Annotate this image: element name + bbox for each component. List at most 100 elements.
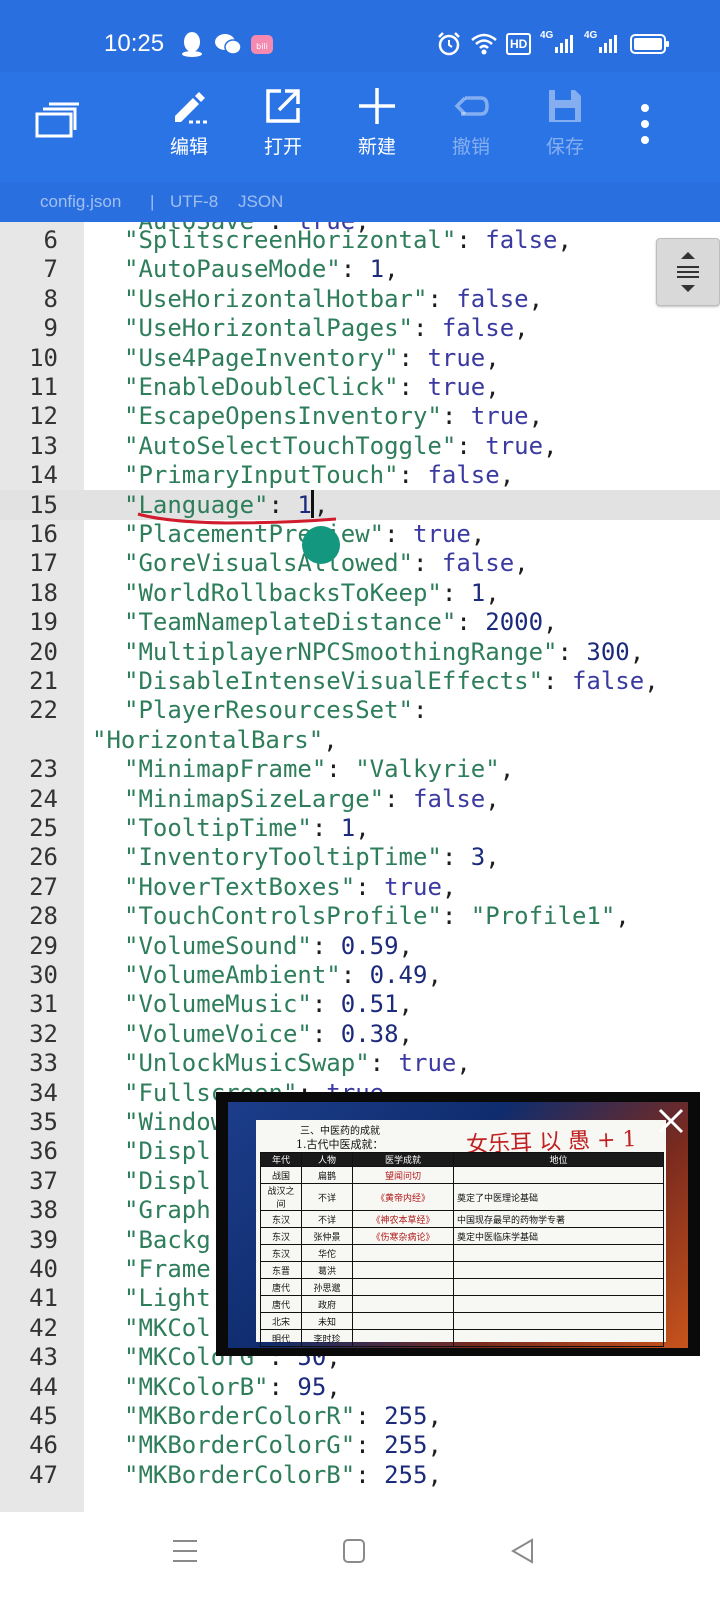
undo-icon xyxy=(454,96,489,116)
table-cell: 不详 xyxy=(301,1183,353,1211)
code-line[interactable]: 47 "MKBorderColorB": 255, xyxy=(0,1460,720,1490)
code-key: "MinimapSizeLarge" xyxy=(124,784,385,813)
table-cell xyxy=(352,1261,454,1279)
code-line[interactable]: 31 "VolumeMusic": 0.51, xyxy=(0,989,720,1019)
code-value: true xyxy=(427,373,486,401)
edit-button[interactable]: 编辑 xyxy=(154,86,224,159)
line-number: 12 xyxy=(29,402,58,431)
code-line[interactable]: 44 "MKColorB": 95, xyxy=(0,1372,720,1402)
table-cell: 奠定了中医理论基础 xyxy=(453,1183,664,1211)
code-line[interactable]: 12 "EscapeOpensInventory": true, xyxy=(0,401,720,431)
table-cell: 张仲景 xyxy=(301,1227,353,1245)
fast-scroll-handle[interactable] xyxy=(656,238,720,306)
code-line[interactable]: 9 "UseHorizontalPages": false, xyxy=(0,313,720,343)
code-line[interactable]: 21 "DisableIntenseVisualEffects": false, xyxy=(0,666,720,696)
line-number: 10 xyxy=(29,343,58,372)
line-number: 27 xyxy=(29,872,58,901)
code-line[interactable]: 18 "WorldRollbacksToKeep": 1, xyxy=(0,578,720,608)
back-icon[interactable] xyxy=(510,1538,534,1564)
code-line[interactable]: 25 "TooltipTime": 1, xyxy=(0,813,720,843)
table-cell xyxy=(352,1295,454,1313)
code-line[interactable]: "HorizontalBars", xyxy=(0,725,720,755)
code-text: "TooltipTime": 1, xyxy=(124,814,370,842)
table-cell xyxy=(352,1329,454,1347)
slide-subheading: 1.古代中医成就： xyxy=(296,1138,384,1151)
floating-video-window[interactable]: 三、中医药的成就 1.古代中医成就： 女乐耳 以 愚 + 1 年代 人物 医学成就地… xyxy=(216,1092,700,1356)
table-cell: 北宋 xyxy=(260,1312,302,1330)
code-line[interactable]: 14 "PrimaryInputTouch": false, xyxy=(0,460,720,490)
code-line[interactable]: 32 "VolumeVoice": 0.38, xyxy=(0,1019,720,1049)
code-line[interactable]: 15 "Language": 1, xyxy=(0,489,720,520)
code-line[interactable]: 24 "MinimapSizeLarge": false, xyxy=(0,784,720,814)
code-line[interactable]: 22 "PlayerResourcesSet": xyxy=(0,695,720,725)
code-line[interactable]: 29 "VolumeSound": 0.59, xyxy=(0,931,720,961)
code-line[interactable]: 13 "AutoSelectTouchToggle": true, xyxy=(0,431,720,461)
code-line[interactable]: 27 "HoverTextBoxes": true, xyxy=(0,872,720,902)
save-button[interactable]: 保存 xyxy=(530,86,600,159)
line-number: 33 xyxy=(29,1049,58,1078)
code-line[interactable]: 19 "TeamNameplateDistance": 2000, xyxy=(0,607,720,637)
file-type: JSON xyxy=(238,192,284,211)
table-header-cell: 地位 xyxy=(453,1152,664,1167)
line-number: 29 xyxy=(29,931,58,960)
code-line[interactable]: 20 "MultiplayerNPCSmoothingRange": 300, xyxy=(0,637,720,667)
menu-icon[interactable] xyxy=(172,1538,198,1564)
code-line[interactable]: 17 "GoreVisualsAllowed": false, xyxy=(0,548,720,578)
code-value: false xyxy=(441,314,515,343)
close-icon[interactable] xyxy=(656,1106,686,1136)
code-key: "Window xyxy=(124,1108,226,1136)
code-text: "Window xyxy=(124,1107,225,1137)
touch-indicator xyxy=(302,526,340,564)
net-label-2: 4G xyxy=(584,30,598,41)
tabs-button[interactable] xyxy=(22,100,92,140)
code-value: 1 xyxy=(369,255,385,284)
code-text: "TeamNameplateDistance": 2000, xyxy=(124,608,558,637)
code-value: 300 xyxy=(586,637,630,666)
table-cell: 《伤寒杂病论》 xyxy=(352,1227,454,1245)
code-text: "MKCol xyxy=(124,1313,211,1343)
code-line[interactable]: 26 "InventoryTooltipTime": 3, xyxy=(0,842,720,872)
code-line[interactable]: 8 "UseHorizontalHotbar": false, xyxy=(0,284,720,314)
status-time: 10:25 xyxy=(104,30,165,57)
code-key: "Backg xyxy=(124,1225,211,1254)
line-number: 17 xyxy=(29,549,58,578)
table-cell: 明代 xyxy=(260,1329,302,1347)
code-text: "MKColorB": 95, xyxy=(124,1372,341,1401)
code-line[interactable]: 6 "SplitscreenHorizontal": false, xyxy=(0,225,720,255)
table-cell: 奠定中医临床学基础 xyxy=(453,1227,664,1245)
table-row: 东晋 葛洪 xyxy=(260,1261,664,1279)
new-button[interactable]: 新建 xyxy=(342,86,412,159)
undo-button[interactable]: 撤销 xyxy=(436,86,506,159)
home-icon[interactable] xyxy=(342,1538,366,1564)
code-value: 255 xyxy=(384,1431,428,1460)
code-line[interactable]: 7 "AutoPauseMode": 1, xyxy=(0,254,720,284)
open-button[interactable]: 打开 xyxy=(248,86,318,159)
video-slide: 三、中医药的成就 1.古代中医成就： 女乐耳 以 愚 + 1 年代 人物 医学成就地… xyxy=(256,1120,666,1347)
code-key: "InventoryTooltipTime" xyxy=(124,843,442,872)
code-value: 0.51 xyxy=(340,990,399,1019)
code-line[interactable]: 10 "Use4PageInventory": true, xyxy=(0,343,720,373)
more-menu-button[interactable] xyxy=(620,102,670,146)
line-number: 39 xyxy=(29,1225,58,1254)
code-value: 255 xyxy=(384,1402,428,1430)
code-line[interactable]: 30 "VolumeAmbient": 0.49, xyxy=(0,960,720,990)
line-number: 8 xyxy=(43,284,58,313)
code-line[interactable]: 46 "MKBorderColorG": 255, xyxy=(0,1430,720,1460)
code-line[interactable]: 16 "PlacementPreview": true, xyxy=(0,519,720,549)
file-encoding: UTF-8 xyxy=(170,192,219,211)
code-line[interactable]: 45 "MKBorderColorR": 255, xyxy=(0,1401,720,1431)
line-number: 42 xyxy=(29,1313,58,1342)
table-cell: 政府 xyxy=(301,1295,353,1313)
table-row: 战汉之间 不详 《黄帝内经》 奠定了中医理论基础 xyxy=(260,1183,664,1211)
code-text: "SplitscreenHorizontal": false, xyxy=(124,226,572,254)
table-cell: 中国现存最早的药物学专著 xyxy=(453,1210,664,1228)
code-line[interactable]: 33 "UnlockMusicSwap": true, xyxy=(0,1048,720,1078)
code-line[interactable]: 23 "MinimapFrame": "Valkyrie", xyxy=(0,754,720,784)
code-key: "HoverTextBoxes" xyxy=(124,872,356,901)
table-cell: 东汉 xyxy=(260,1210,302,1228)
code-key: "PlayerResourcesSet" xyxy=(124,696,413,725)
code-line[interactable]: 11 "EnableDoubleClick": true, xyxy=(0,372,720,402)
code-line[interactable]: 28 "TouchControlsProfile": "Profile1", xyxy=(0,901,720,931)
code-text: "MKBorderColorR": 255, xyxy=(124,1402,442,1430)
table-row: 唐代 孙思邈 xyxy=(260,1278,664,1296)
